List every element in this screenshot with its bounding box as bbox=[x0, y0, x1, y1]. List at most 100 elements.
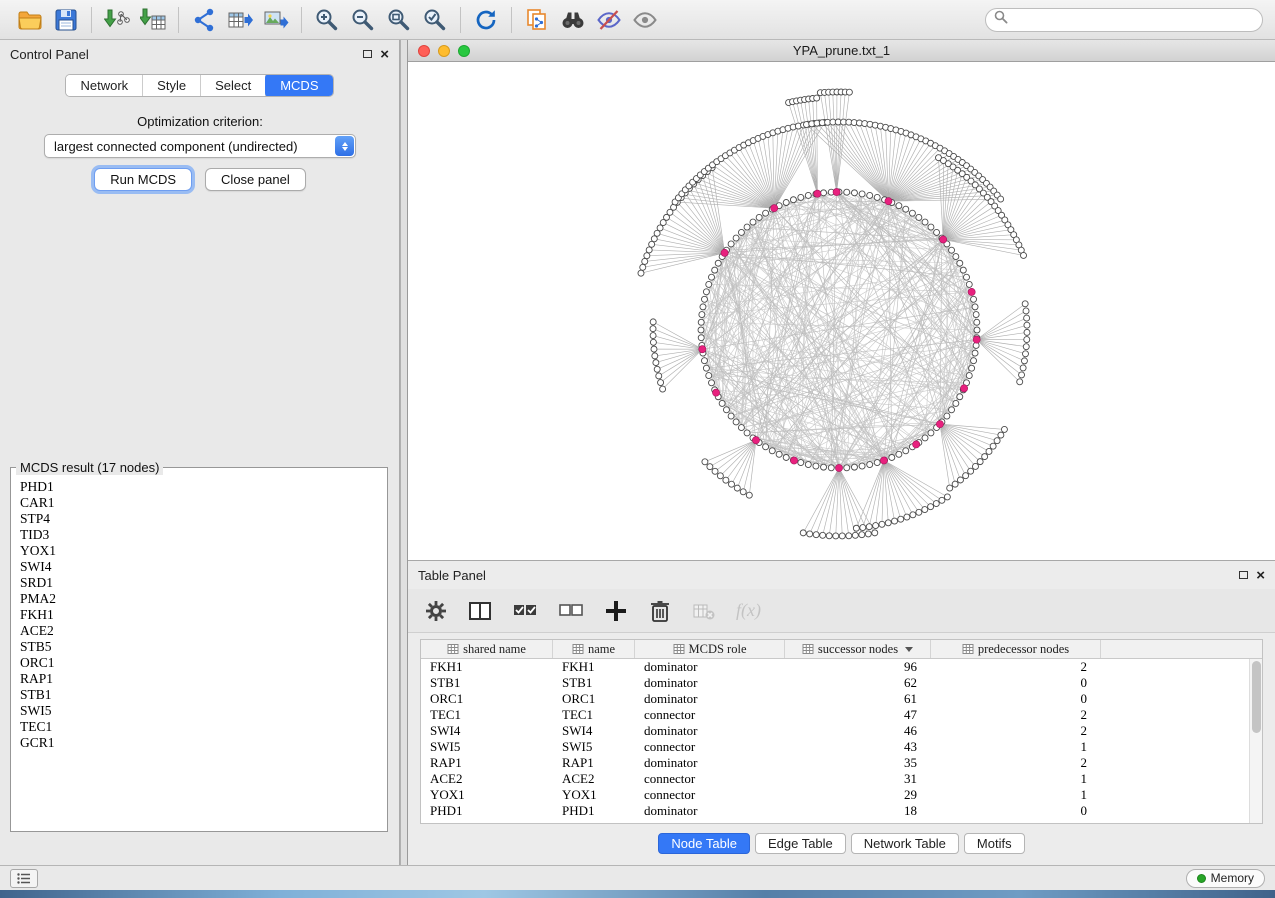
delete-column-icon[interactable] bbox=[648, 596, 672, 626]
show-selected-icon[interactable] bbox=[627, 4, 663, 36]
table-cell[interactable]: connector bbox=[635, 771, 785, 787]
criterion-dropdown[interactable]: largest connected component (undirected) bbox=[44, 134, 356, 158]
maximize-window-icon[interactable] bbox=[458, 45, 470, 57]
table-cell[interactable]: 0 bbox=[931, 675, 1101, 691]
table-cell[interactable]: RAP1 bbox=[553, 755, 635, 771]
table-scrollbar[interactable] bbox=[1249, 659, 1262, 823]
close-table-panel-icon[interactable]: × bbox=[1256, 568, 1265, 583]
table-cell[interactable]: 1 bbox=[931, 739, 1101, 755]
hide-selected-icon[interactable] bbox=[591, 4, 627, 36]
export-image-icon[interactable] bbox=[258, 4, 294, 36]
refresh-layout-icon[interactable] bbox=[468, 4, 504, 36]
table-row[interactable]: SWI5SWI5connector431 bbox=[421, 739, 1262, 755]
table-cell[interactable]: PHD1 bbox=[421, 803, 553, 819]
tab-select[interactable]: Select bbox=[201, 75, 266, 96]
table-cell[interactable]: dominator bbox=[635, 691, 785, 707]
mcds-result-item[interactable]: SWI5 bbox=[20, 703, 387, 719]
zoom-fit-icon[interactable] bbox=[381, 4, 417, 36]
table-cell[interactable]: dominator bbox=[635, 659, 785, 675]
table-cell[interactable]: 31 bbox=[785, 771, 931, 787]
zoom-selected-icon[interactable] bbox=[417, 4, 453, 36]
tab-network[interactable]: Network bbox=[66, 75, 143, 96]
split-panel-icon[interactable] bbox=[468, 596, 492, 626]
tab-network-table[interactable]: Network Table bbox=[851, 833, 959, 854]
table-cell[interactable]: 96 bbox=[785, 659, 931, 675]
add-column-icon[interactable] bbox=[604, 596, 628, 626]
network-titlebar[interactable]: YPA_prune.txt_1 bbox=[408, 40, 1275, 62]
mcds-result-item[interactable]: FKH1 bbox=[20, 607, 387, 623]
column-header-name[interactable]: name bbox=[553, 640, 635, 658]
mcds-result-item[interactable]: PHD1 bbox=[20, 479, 387, 495]
select-all-icon[interactable] bbox=[512, 596, 538, 626]
column-header-predecessor-nodes[interactable]: predecessor nodes bbox=[931, 640, 1101, 658]
table-cell[interactable]: 1 bbox=[931, 787, 1101, 803]
table-cell[interactable]: 2 bbox=[931, 723, 1101, 739]
memory-button[interactable]: Memory bbox=[1186, 869, 1265, 888]
table-cell[interactable]: PHD1 bbox=[553, 803, 635, 819]
table-cell[interactable]: SWI4 bbox=[421, 723, 553, 739]
table-cell[interactable]: STB1 bbox=[421, 675, 553, 691]
mcds-result-item[interactable]: TEC1 bbox=[20, 719, 387, 735]
close-panel-button[interactable]: Close panel bbox=[205, 168, 306, 191]
tab-edge-table[interactable]: Edge Table bbox=[755, 833, 846, 854]
table-cell[interactable]: SWI5 bbox=[421, 739, 553, 755]
save-session-icon[interactable] bbox=[48, 4, 84, 36]
table-row[interactable]: SWI4SWI4dominator462 bbox=[421, 723, 1262, 739]
table-cell[interactable]: SWI4 bbox=[553, 723, 635, 739]
table-cell[interactable]: 62 bbox=[785, 675, 931, 691]
network-graph[interactable] bbox=[408, 62, 1275, 560]
mcds-result-item[interactable]: ACE2 bbox=[20, 623, 387, 639]
panel-splitter[interactable] bbox=[400, 40, 408, 865]
table-cell[interactable]: 2 bbox=[931, 659, 1101, 675]
table-row[interactable]: RAP1RAP1dominator352 bbox=[421, 755, 1262, 771]
mcds-result-item[interactable]: GCR1 bbox=[20, 735, 387, 751]
mcds-result-item[interactable]: STB5 bbox=[20, 639, 387, 655]
table-cell[interactable]: 29 bbox=[785, 787, 931, 803]
tab-mcds[interactable]: MCDS bbox=[265, 74, 333, 97]
table-cell[interactable]: TEC1 bbox=[421, 707, 553, 723]
table-cell[interactable]: SWI5 bbox=[553, 739, 635, 755]
mcds-result-item[interactable]: STB1 bbox=[20, 687, 387, 703]
table-cell[interactable]: 46 bbox=[785, 723, 931, 739]
table-cell[interactable]: 61 bbox=[785, 691, 931, 707]
column-header-MCDS-role[interactable]: MCDS role bbox=[635, 640, 785, 658]
table-cell[interactable]: 2 bbox=[931, 707, 1101, 723]
zoom-in-icon[interactable] bbox=[309, 4, 345, 36]
tab-node-table[interactable]: Node Table bbox=[658, 833, 750, 854]
mcds-result-item[interactable]: RAP1 bbox=[20, 671, 387, 687]
table-cell[interactable]: connector bbox=[635, 787, 785, 803]
zoom-out-icon[interactable] bbox=[345, 4, 381, 36]
table-cell[interactable]: 1 bbox=[931, 771, 1101, 787]
table-cell[interactable]: ACE2 bbox=[421, 771, 553, 787]
table-cell[interactable]: STB1 bbox=[553, 675, 635, 691]
table-cell[interactable]: 47 bbox=[785, 707, 931, 723]
mcds-result-item[interactable]: YOX1 bbox=[20, 543, 387, 559]
minimize-window-icon[interactable] bbox=[438, 45, 450, 57]
table-row[interactable]: TEC1TEC1connector472 bbox=[421, 707, 1262, 723]
mcds-result-list[interactable]: PHD1CAR1STP4TID3YOX1SWI4SRD1PMA2FKH1ACE2… bbox=[11, 475, 387, 815]
import-table-icon[interactable] bbox=[135, 4, 171, 36]
column-header-shared-name[interactable]: shared name bbox=[421, 640, 553, 658]
export-network-icon[interactable] bbox=[186, 4, 222, 36]
table-cell[interactable]: FKH1 bbox=[421, 659, 553, 675]
table-cell[interactable]: 2 bbox=[931, 755, 1101, 771]
table-cell[interactable]: TEC1 bbox=[553, 707, 635, 723]
table-cell[interactable]: 43 bbox=[785, 739, 931, 755]
column-menu-icon[interactable] bbox=[905, 647, 913, 652]
search-input[interactable] bbox=[1013, 13, 1254, 27]
table-cell[interactable]: RAP1 bbox=[421, 755, 553, 771]
table-cell[interactable]: 0 bbox=[931, 691, 1101, 707]
table-cell[interactable]: ACE2 bbox=[553, 771, 635, 787]
table-cell[interactable]: YOX1 bbox=[421, 787, 553, 803]
float-table-panel-icon[interactable] bbox=[1239, 571, 1248, 579]
close-window-icon[interactable] bbox=[418, 45, 430, 57]
table-cell[interactable]: dominator bbox=[635, 755, 785, 771]
tab-motifs[interactable]: Motifs bbox=[964, 833, 1025, 854]
task-history-button[interactable] bbox=[10, 869, 38, 888]
tab-style[interactable]: Style bbox=[143, 75, 201, 96]
table-cell[interactable]: connector bbox=[635, 707, 785, 723]
run-mcds-button[interactable]: Run MCDS bbox=[94, 168, 192, 191]
table-cell[interactable]: 18 bbox=[785, 803, 931, 819]
import-network-icon[interactable] bbox=[99, 4, 135, 36]
column-settings-icon[interactable] bbox=[424, 596, 448, 626]
